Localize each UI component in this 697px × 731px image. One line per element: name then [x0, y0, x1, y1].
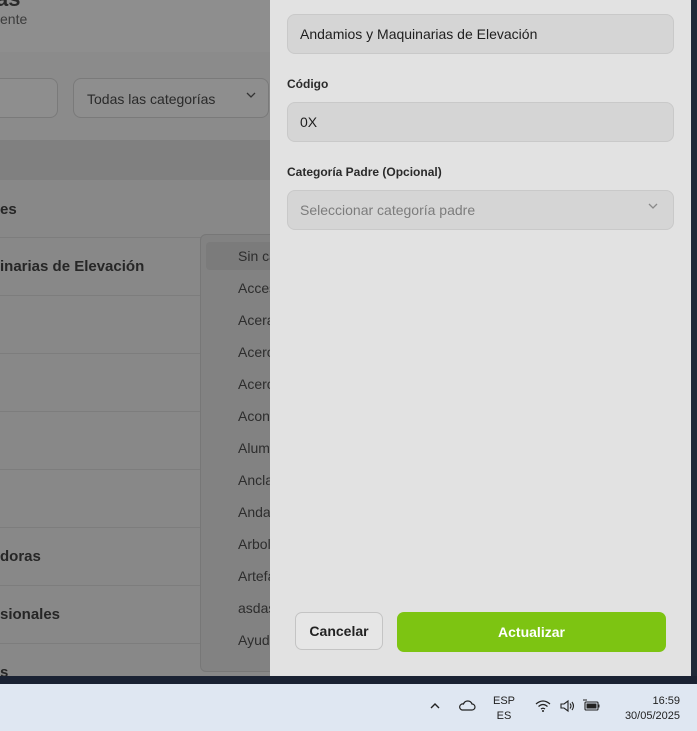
parent-category-label: Categoría Padre (Opcional) [287, 165, 442, 179]
chevron-down-icon [245, 89, 257, 104]
dropdown-option[interactable]: Alum [238, 440, 270, 456]
dropdown-option[interactable]: Acerc [238, 344, 274, 360]
category-filter-select[interactable]: Todas las categorías [73, 78, 269, 118]
parent-category-select[interactable]: Seleccionar categoría padre [287, 190, 674, 230]
system-clock[interactable]: 16:59 30/05/2025 [612, 694, 680, 724]
parent-category-placeholder: Seleccionar categoría padre [300, 202, 476, 218]
chevron-down-icon [647, 200, 659, 215]
dropdown-option[interactable]: Arbol [238, 536, 271, 552]
clock-date: 30/05/2025 [624, 710, 680, 722]
cloud-icon[interactable] [458, 699, 476, 716]
language-indicator[interactable]: ESP ES [493, 694, 515, 724]
window-edge [691, 0, 697, 676]
speaker-icon[interactable] [559, 699, 577, 716]
cancel-button[interactable]: Cancelar [295, 612, 383, 650]
keyboard-layout: ES [496, 710, 512, 722]
desktop-gap [0, 676, 697, 684]
dropdown-option[interactable]: Ancla [238, 472, 273, 488]
chevron-up-icon[interactable] [428, 699, 442, 716]
taskbar: ESP ES 16:59 30/05/2025 [0, 684, 697, 731]
category-filter-value: Todas las categorías [87, 91, 216, 107]
dropdown-option[interactable]: Anda [238, 504, 271, 520]
search-input[interactable] [0, 78, 58, 118]
clock-time: 16:59 [652, 695, 680, 707]
page-subtitle: ente [0, 11, 28, 27]
name-field-value: Andamios y Maquinarias de Elevación [300, 26, 538, 42]
edit-category-drawer: Andamios y Maquinarias de Elevación Códi… [270, 0, 691, 676]
code-label: Código [287, 77, 329, 91]
code-field[interactable]: 0X [287, 102, 674, 142]
update-button[interactable]: Actualizar [397, 612, 666, 652]
dropdown-option[interactable]: Acerc [238, 376, 274, 392]
code-field-value: 0X [300, 114, 318, 130]
list-section-header: es [0, 180, 270, 238]
language-code: ESP [493, 695, 516, 707]
wifi-icon[interactable] [535, 699, 551, 716]
name-field[interactable]: Andamios y Maquinarias de Elevación [287, 14, 674, 54]
battery-icon[interactable] [583, 699, 601, 716]
dropdown-option[interactable]: Ayud [238, 632, 270, 648]
